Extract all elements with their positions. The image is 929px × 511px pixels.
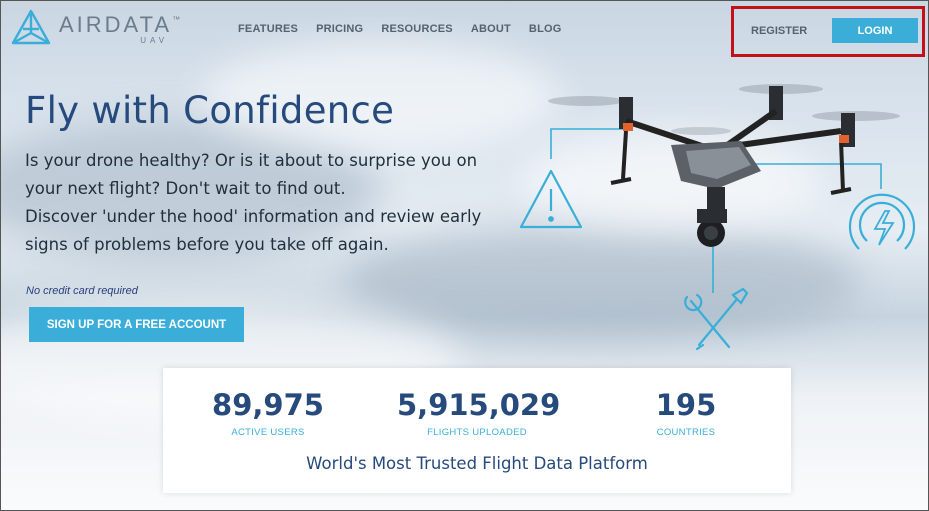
nav-resources[interactable]: RESOURCES [381, 23, 452, 35]
stat-label: FLIGHTS UPLOADED [427, 427, 527, 438]
hero-line: Is your drone healthy? Or is it about to… [25, 151, 478, 170]
nav-features[interactable]: FEATURES [238, 23, 298, 35]
stat-value: 89,975 [212, 388, 324, 422]
trademark: ™ [172, 15, 181, 24]
main-nav: FEATURES PRICING RESOURCES ABOUT BLOG [238, 23, 562, 35]
stat-flights-uploaded: 5,915,029 FLIGHTS UPLOADED [397, 388, 561, 438]
hero-title: Fly with Confidence [25, 89, 395, 132]
login-button[interactable]: LOGIN [832, 18, 918, 43]
stat-value: 5,915,029 [397, 388, 561, 422]
hero-description: Is your drone healthy? Or is it about to… [25, 147, 485, 259]
stats-panel: 89,975 ACTIVE USERS 5,915,029 FLIGHTS UP… [163, 368, 791, 493]
nav-blog[interactable]: BLOG [529, 23, 562, 35]
tagline: World's Most Trusted Flight Data Platfor… [306, 454, 648, 473]
tools-icon [684, 287, 749, 351]
signup-button[interactable]: SIGN UP FOR A FREE ACCOUNT [29, 307, 244, 342]
no-credit-card-note: No credit card required [26, 285, 138, 297]
hero-line: Discover 'under the hood' information an… [25, 207, 482, 226]
drone-graphic [519, 84, 916, 351]
warning-icon [519, 169, 583, 229]
airdata-logo-icon [11, 9, 51, 45]
power-gauge-icon [848, 193, 916, 250]
brand-sub: UAV [140, 35, 169, 45]
stat-value: 195 [655, 388, 717, 422]
nav-about[interactable]: ABOUT [471, 23, 511, 35]
register-link[interactable]: REGISTER [751, 25, 807, 37]
page: AIRDATA UAV ™ FEATURES PRICING RESOURCES… [0, 0, 929, 511]
hero-line: signs of problems before you take off ag… [25, 235, 389, 254]
brand-logo[interactable]: AIRDATA UAV ™ [9, 9, 194, 49]
stat-countries: 195 COUNTRIES [631, 388, 741, 438]
stat-label: ACTIVE USERS [231, 427, 305, 438]
stat-label: COUNTRIES [656, 427, 716, 438]
nav-pricing[interactable]: PRICING [316, 23, 363, 35]
hero-line: your next flight? Don't wait to find out… [25, 179, 346, 198]
stat-active-users: 89,975 ACTIVE USERS [203, 388, 333, 438]
drone-image [548, 84, 900, 247]
brand-name: AIRDATA [59, 11, 173, 37]
